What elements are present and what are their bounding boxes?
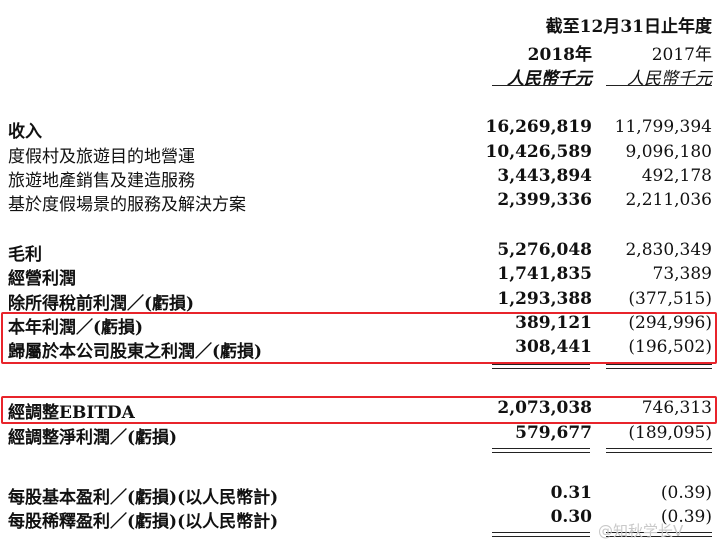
row-label-annual-profit: 本年利潤／(虧損) (8, 318, 144, 338)
row-value-2018-adjusted-net-profit: 579,677 (515, 423, 592, 443)
row-label-adjusted-net-profit: 經調整淨利潤／(虧損) (8, 428, 178, 448)
row-value-2017-property-sales: 492,178 (641, 166, 712, 186)
row-label-resort-ops: 度假村及旅遊目的地營運 (8, 147, 195, 167)
row-value-2018-property-sales: 3,443,894 (497, 166, 592, 186)
header-rule-2017 (606, 85, 712, 86)
row-value-2017-pretax-profit: (377,515) (628, 289, 712, 309)
row-label-property-sales: 旅遊地產銷售及建造服務 (8, 171, 195, 191)
double-rule-2017-c (606, 448, 712, 449)
row-label-diluted-eps: 每股稀釋盈利／(虧損)(以人民幣計) (8, 512, 279, 532)
row-value-2017-operating-profit: 73,389 (652, 264, 712, 284)
row-value-2017-revenue: 11,799,394 (614, 117, 712, 137)
row-value-2018-basic-eps: 0.31 (550, 483, 592, 503)
double-rule-2018-e (492, 532, 590, 533)
double-rule-2018-f (492, 536, 590, 537)
period-header: 截至12月31日止年度 (545, 17, 712, 37)
row-value-2018-resort-ops: 10,426,589 (485, 142, 592, 162)
row-label-services: 基於度假場景的服務及解決方案 (8, 195, 246, 215)
row-value-2017-gross-profit: 2,830,349 (625, 240, 712, 260)
row-value-2018-pretax-profit: 1,293,388 (497, 289, 592, 309)
double-rule-2018-b (492, 368, 590, 369)
row-value-2017-basic-eps: (0.39) (660, 483, 712, 503)
row-label-adjusted-ebitda: 經調整EBITDA (8, 403, 135, 423)
row-value-2017-services: 2,211,036 (625, 190, 712, 210)
row-value-2017-attributable-profit: (196,502) (628, 337, 712, 357)
row-value-2018-services: 2,399,336 (497, 190, 592, 210)
row-value-2017-annual-profit: (294,996) (628, 313, 712, 333)
double-rule-2018-a (492, 364, 590, 365)
row-label-basic-eps: 每股基本盈利／(虧損)(以人民幣計) (8, 488, 279, 508)
double-rule-2018-c (492, 448, 590, 449)
row-label-revenue: 收入 (8, 122, 42, 142)
double-rule-2017-d (606, 452, 712, 453)
watermark: @知秋学长V (598, 522, 684, 540)
double-rule-2017-a (606, 364, 712, 365)
double-rule-2018-d (492, 452, 590, 453)
row-value-2017-resort-ops: 9,096,180 (625, 142, 712, 162)
row-value-2017-adjusted-ebitda: 746,313 (641, 398, 712, 418)
row-value-2018-diluted-eps: 0.30 (550, 507, 592, 527)
year-2018-header: 2018年 (527, 45, 592, 65)
row-value-2018-attributable-profit: 308,441 (515, 337, 592, 357)
row-value-2018-annual-profit: 389,121 (515, 313, 592, 333)
row-label-attributable-profit: 歸屬於本公司股東之利潤／(虧損) (8, 342, 263, 362)
row-value-2018-gross-profit: 5,276,048 (497, 240, 592, 260)
row-value-2018-adjusted-ebitda: 2,073,038 (497, 398, 592, 418)
double-rule-2017-b (606, 368, 712, 369)
row-label-operating-profit: 經營利潤 (8, 269, 76, 289)
row-label-gross-profit: 毛利 (8, 245, 42, 265)
header-rule-2018 (492, 85, 590, 86)
row-value-2018-revenue: 16,269,819 (485, 117, 592, 137)
year-2017-header: 2017年 (651, 45, 712, 65)
row-value-2017-adjusted-net-profit: (189,095) (628, 423, 712, 443)
row-value-2018-operating-profit: 1,741,835 (497, 264, 592, 284)
row-label-pretax-profit: 除所得稅前利潤／(虧損) (8, 294, 195, 314)
